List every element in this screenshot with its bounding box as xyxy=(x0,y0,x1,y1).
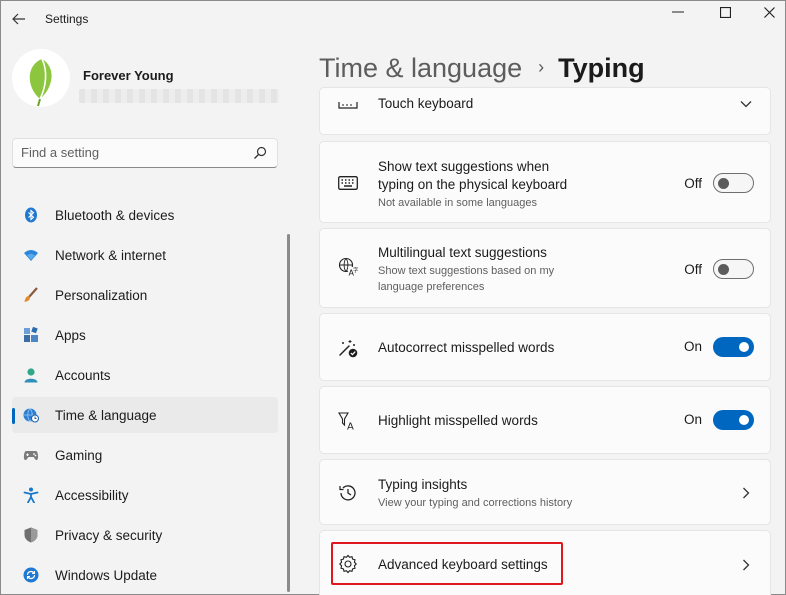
chevron-down-icon[interactable] xyxy=(740,98,752,110)
accessibility-icon xyxy=(23,487,39,503)
sidebar-item-label: Personalization xyxy=(55,287,148,303)
chevron-right-icon[interactable] xyxy=(740,559,752,571)
gamepad-icon xyxy=(23,447,39,463)
setting-description: Not available in some languages xyxy=(378,197,537,209)
minimize-button[interactable] xyxy=(655,1,701,23)
setting-title-line2: typing on the physical keyboard xyxy=(378,177,568,192)
toggle-state-label: Off xyxy=(684,176,702,191)
page-title: Typing xyxy=(558,53,645,83)
autocorrect-card: Autocorrect misspelled words On xyxy=(319,313,771,381)
translate-icon: A字 xyxy=(338,257,358,277)
toggle-knob xyxy=(718,178,729,189)
app-title: Settings xyxy=(45,12,89,26)
sidebar-nav: Bluetooth & devices Network & internet P… xyxy=(12,197,278,595)
sidebar-item-label: Gaming xyxy=(55,447,103,463)
sidebar-scrollbar[interactable] xyxy=(287,234,290,592)
minimize-icon xyxy=(672,11,684,13)
sidebar-item-label: Time & language xyxy=(55,407,157,423)
title-bar: Settings xyxy=(1,1,785,37)
highlight-toggle[interactable] xyxy=(713,410,754,430)
toggle-state-label: On xyxy=(683,339,702,354)
breadcrumb-parent[interactable]: Time & language xyxy=(319,53,522,83)
toggle-knob xyxy=(739,342,749,352)
close-button[interactable] xyxy=(746,1,786,23)
back-button[interactable] xyxy=(7,7,31,31)
sidebar-item-accessibility[interactable]: Accessibility xyxy=(12,477,278,513)
close-icon xyxy=(763,6,775,18)
autocorrect-toggle[interactable] xyxy=(713,337,754,357)
setting-title: Touch keyboard xyxy=(378,96,474,111)
avatar[interactable] xyxy=(12,49,70,107)
multilingual-toggle[interactable] xyxy=(713,259,754,279)
sidebar-item-label: Bluetooth & devices xyxy=(55,207,175,223)
keyboard-icon xyxy=(338,173,358,193)
sidebar-item-label: Accessibility xyxy=(55,487,129,503)
sidebar-item-label: Windows Update xyxy=(55,567,158,583)
toggle-knob xyxy=(718,264,729,275)
autocorrect-wand-icon xyxy=(338,338,358,358)
sidebar-item-time-language[interactable]: Time & language xyxy=(12,397,278,433)
setting-title: Typing insights xyxy=(378,477,468,492)
toggle-state-label: Off xyxy=(684,262,702,277)
multilingual-card: A字 Multilingual text suggestions Show te… xyxy=(319,228,771,308)
toggle-state-label: On xyxy=(683,412,702,427)
setting-title: Highlight misspelled words xyxy=(378,413,538,428)
setting-title-line1: Show text suggestions when xyxy=(378,159,550,174)
highlight-misspelled-card: A Highlight misspelled words On xyxy=(319,386,771,454)
account-icon xyxy=(23,367,39,383)
sidebar-item-accounts[interactable]: Accounts xyxy=(12,357,278,393)
apps-icon xyxy=(23,327,39,343)
history-icon xyxy=(338,483,358,503)
svg-text:字: 字 xyxy=(353,266,358,274)
search-box[interactable] xyxy=(12,138,278,168)
sidebar-item-label: Privacy & security xyxy=(55,527,163,543)
chevron-right-icon[interactable] xyxy=(740,487,752,499)
sidebar-item-gaming[interactable]: Gaming xyxy=(12,437,278,473)
profile-email-redacted xyxy=(79,89,279,103)
setting-description-line1: Show text suggestions based on my xyxy=(378,265,555,277)
typing-insights-card[interactable]: Typing insights View your typing and cor… xyxy=(319,459,771,525)
highlight-annotation-box xyxy=(331,542,563,585)
brush-icon xyxy=(23,287,39,303)
text-suggestions-toggle[interactable] xyxy=(713,173,754,193)
leaf-icon xyxy=(29,58,52,107)
text-suggestions-card: Show text suggestions when typing on the… xyxy=(319,141,771,223)
sidebar-item-personalization[interactable]: Personalization xyxy=(12,277,278,313)
update-icon xyxy=(23,567,39,583)
back-arrow-icon xyxy=(12,13,25,25)
svg-text:A: A xyxy=(347,422,354,432)
sidebar-item-apps[interactable]: Apps xyxy=(12,317,278,353)
sidebar-item-label: Accounts xyxy=(55,367,111,383)
wifi-icon xyxy=(23,247,39,263)
setting-description-line2: language preferences xyxy=(378,281,485,293)
sidebar-item-network[interactable]: Network & internet xyxy=(12,237,278,273)
bluetooth-icon xyxy=(23,207,39,223)
setting-description: View your typing and corrections history xyxy=(378,497,573,509)
globe-clock-icon xyxy=(23,407,39,423)
maximize-icon xyxy=(719,6,731,18)
sidebar-item-label: Network & internet xyxy=(55,247,167,263)
setting-title: Autocorrect misspelled words xyxy=(378,340,555,355)
highlight-text-icon: A xyxy=(338,411,358,431)
setting-title: Multilingual text suggestions xyxy=(378,245,547,260)
shield-icon xyxy=(23,527,39,543)
toggle-knob xyxy=(739,415,749,425)
touch-keyboard-icon xyxy=(338,98,358,118)
search-input[interactable] xyxy=(21,145,241,160)
breadcrumb: Time & language › Typing xyxy=(319,53,645,84)
maximize-button[interactable] xyxy=(702,1,748,23)
sidebar-item-windows-update[interactable]: Windows Update xyxy=(12,557,278,593)
sidebar-item-bluetooth[interactable]: Bluetooth & devices xyxy=(12,197,278,233)
sidebar-item-label: Apps xyxy=(55,327,86,343)
search-icon[interactable] xyxy=(253,146,267,160)
sidebar-item-privacy[interactable]: Privacy & security xyxy=(12,517,278,553)
breadcrumb-separator: › xyxy=(538,57,545,77)
touch-keyboard-card[interactable]: Touch keyboard xyxy=(319,87,771,135)
profile-name: Forever Young xyxy=(83,68,174,83)
